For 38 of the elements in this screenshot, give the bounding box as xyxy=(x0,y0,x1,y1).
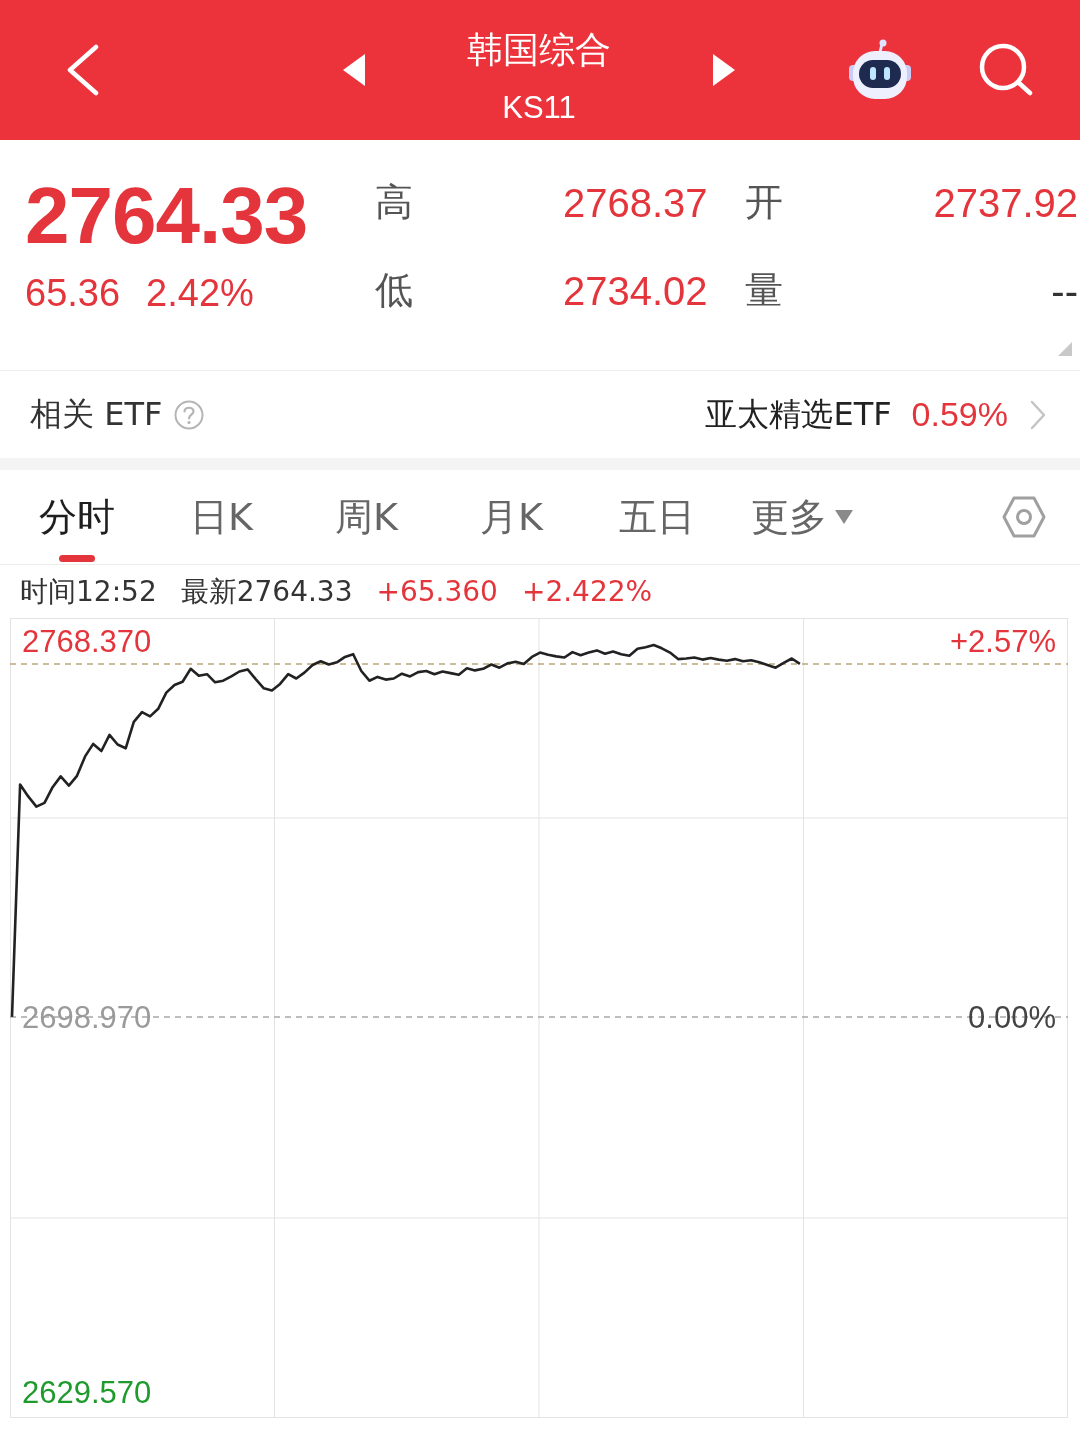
chart-tab[interactable]: 周K xyxy=(294,470,439,564)
chart-tab[interactable]: 更多 xyxy=(729,470,874,564)
index-code: KS11 xyxy=(502,89,576,127)
percent-axis-label: 0.00% xyxy=(968,999,1056,1035)
chart-info-text: +2.422% xyxy=(521,575,653,608)
chart-info-text: +65.360 xyxy=(376,575,498,608)
price-change-percent: 2.42% xyxy=(146,271,254,316)
stat-label: 量 xyxy=(745,268,783,314)
etf-change: 0.59% xyxy=(911,395,1008,434)
stat-value: 2768.37 xyxy=(563,180,708,227)
search-icon[interactable] xyxy=(978,43,1034,97)
chart-tab[interactable]: 日K xyxy=(149,470,294,564)
stat-label: 开 xyxy=(745,180,783,226)
chart-tab[interactable]: 分时 xyxy=(4,470,149,564)
chart-tab[interactable]: 月K xyxy=(439,470,584,564)
chart-info-text: 时间12:52 xyxy=(20,573,157,610)
chart-tab[interactable]: 五日 xyxy=(584,470,729,564)
triangle-right-icon[interactable] xyxy=(713,54,735,86)
triangle-left-icon[interactable] xyxy=(343,54,365,86)
settings-icon[interactable] xyxy=(1002,495,1046,539)
index-title: 韩国综合 xyxy=(467,28,611,72)
stat-label: 高 xyxy=(375,180,413,226)
price-change: 65.36 xyxy=(25,271,121,316)
robot-icon[interactable] xyxy=(848,39,912,101)
stat-value: 2737.92 xyxy=(933,180,1078,227)
price-axis-label: 2768.370 xyxy=(22,624,152,660)
chevron-left-icon[interactable] xyxy=(66,44,100,96)
stat-value: 2734.02 xyxy=(563,268,708,315)
chart-info-text: 最新2764.33 xyxy=(180,573,353,610)
stat-label: 低 xyxy=(375,268,413,314)
percent-axis-label: +2.57% xyxy=(950,624,1056,660)
stat-value: -- xyxy=(1051,268,1078,315)
etf-name-link[interactable]: 亚太精选ETF xyxy=(705,392,892,437)
price-axis-label: 2629.570 xyxy=(22,1374,152,1410)
related-etf-label: 相关 ETF xyxy=(30,393,163,435)
caret-down-icon xyxy=(834,510,853,524)
last-price: 2764.33 xyxy=(25,176,308,256)
price-axis-label: 2698.970 xyxy=(22,999,152,1035)
